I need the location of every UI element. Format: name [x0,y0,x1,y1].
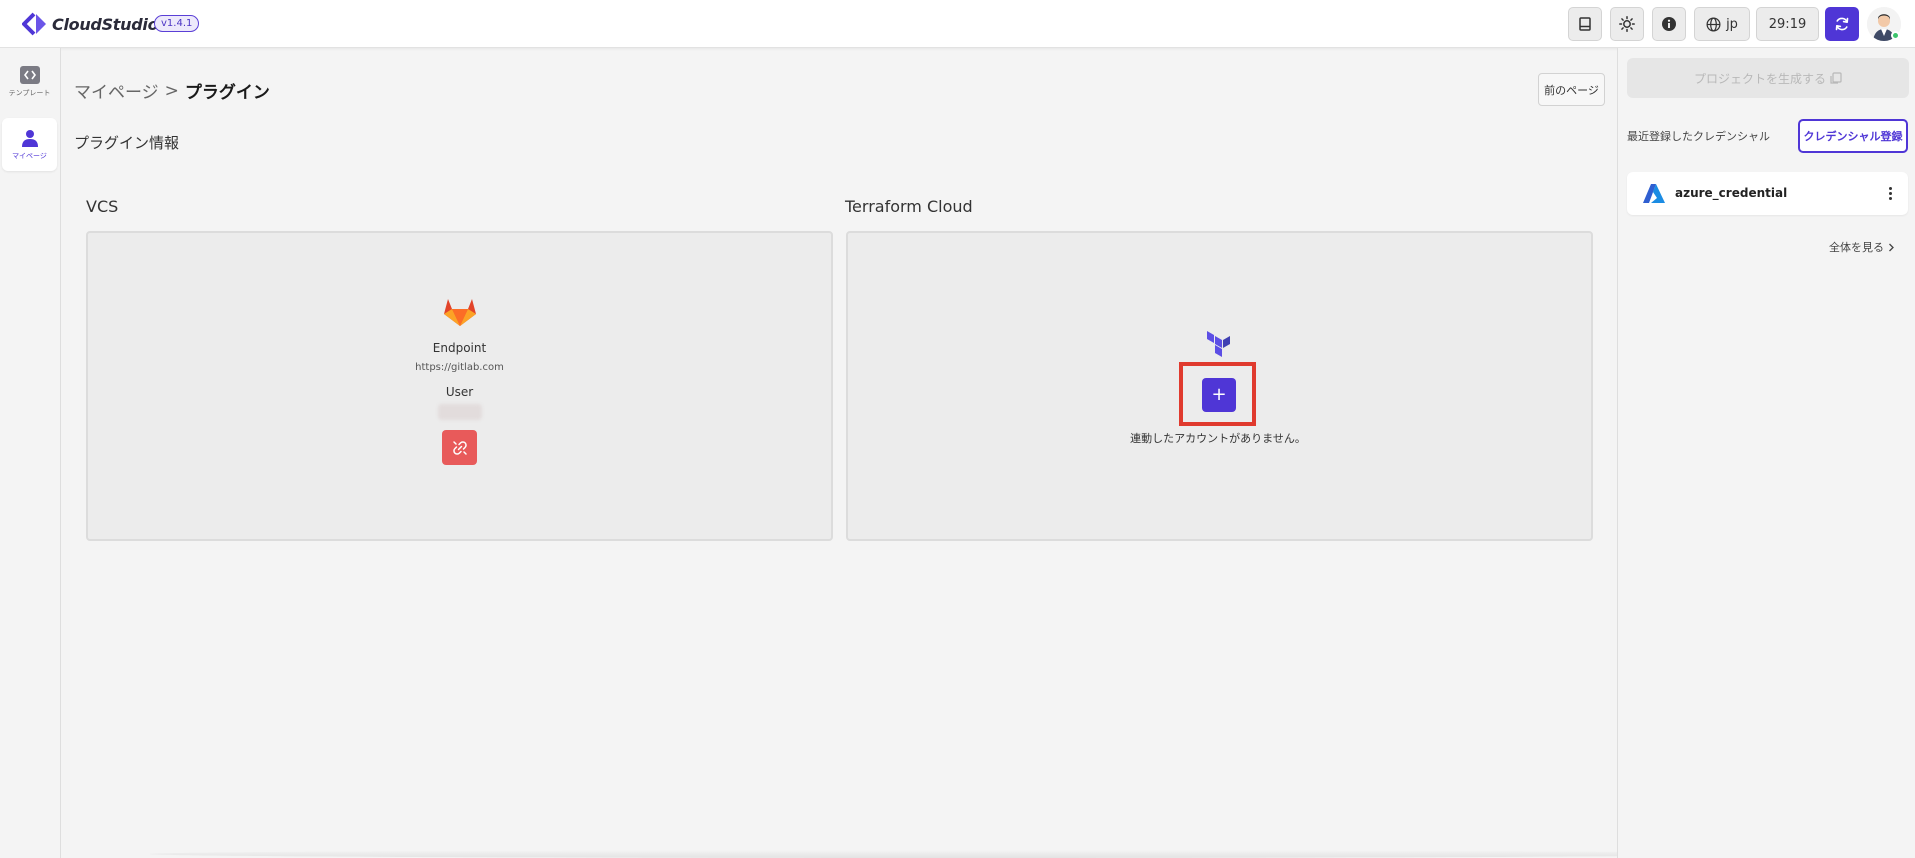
version-badge: v1.4.1 [154,15,200,32]
unlink-button[interactable] [442,430,477,465]
bottom-shadow [150,850,1750,858]
user-label: User [445,385,474,399]
register-credential-button[interactable]: クレデンシャル登録 [1798,119,1908,153]
nav-label-templates: テンプレート [8,88,51,97]
cloudstudio-logo-icon [22,12,46,36]
left-navigation: テンプレート マイページ [0,48,61,858]
credential-item[interactable]: azure_credential [1627,172,1908,215]
breadcrumb-separator: > [164,80,179,101]
breadcrumb-current: プラグイン [184,83,270,103]
template-icon [19,65,40,84]
vcs-card: Endpoint https://gitlab.com User [86,231,833,541]
top-header: CloudStudio v1.4.1 jp 29:19 [0,0,1915,48]
nav-label-mypage: マイページ [12,151,47,160]
breadcrumb: マイページ > プラグイン [74,78,270,104]
unlink-icon [452,440,467,455]
endpoint-value: https://gitlab.com [415,362,504,373]
copy-icon [1830,72,1842,84]
globe-icon [1706,17,1721,31]
language-label: jp [1726,16,1738,32]
user-value-redacted [437,404,482,420]
more-options-icon[interactable] [1882,181,1898,205]
app-name: CloudStudio [52,14,159,34]
user-icon [21,129,38,147]
app-logo[interactable]: CloudStudio [22,12,159,36]
chevron-right-icon [1889,243,1894,251]
breadcrumb-parent[interactable]: マイページ [74,78,159,103]
nav-item-templates[interactable]: テンプレート [2,55,57,108]
recent-credentials-label: 最近登録したクレデンシャル [1627,130,1770,143]
online-status-dot [1891,31,1900,40]
refresh-icon [1835,17,1849,31]
theme-toggle-button[interactable] [1610,7,1644,41]
book-icon [1579,17,1591,31]
see-all-label: 全体を見る [1829,241,1884,254]
nav-item-mypage[interactable]: マイページ [2,118,57,171]
terraform-icon [1207,331,1230,357]
docs-button[interactable] [1568,7,1602,41]
back-button[interactable]: 前のページ [1538,73,1605,106]
sun-icon [1619,16,1635,32]
terraform-empty-message: 連動したアカウントがありません。 [1130,432,1306,445]
endpoint-label: Endpoint [432,341,487,355]
add-terraform-account-button[interactable]: + [1202,378,1236,412]
credential-name: azure_credential [1675,186,1788,200]
azure-icon [1643,184,1665,203]
see-all-link[interactable]: 全体を見る [1829,239,1895,255]
session-timer: 29:19 [1756,7,1819,41]
right-panel [1617,48,1915,858]
section-title: プラグイン情報 [74,134,180,152]
create-project-button: プロジェクトを生成する [1627,58,1909,98]
vcs-title: VCS [86,197,119,216]
gitlab-icon [443,299,476,326]
language-button[interactable]: jp [1694,7,1750,41]
create-project-label: プロジェクトを生成する [1693,71,1826,86]
vcs-card-content: Endpoint https://gitlab.com User [88,295,831,465]
refresh-button[interactable] [1825,7,1859,41]
terraform-title: Terraform Cloud [845,197,973,216]
info-button[interactable] [1652,7,1686,41]
info-icon [1662,17,1676,31]
